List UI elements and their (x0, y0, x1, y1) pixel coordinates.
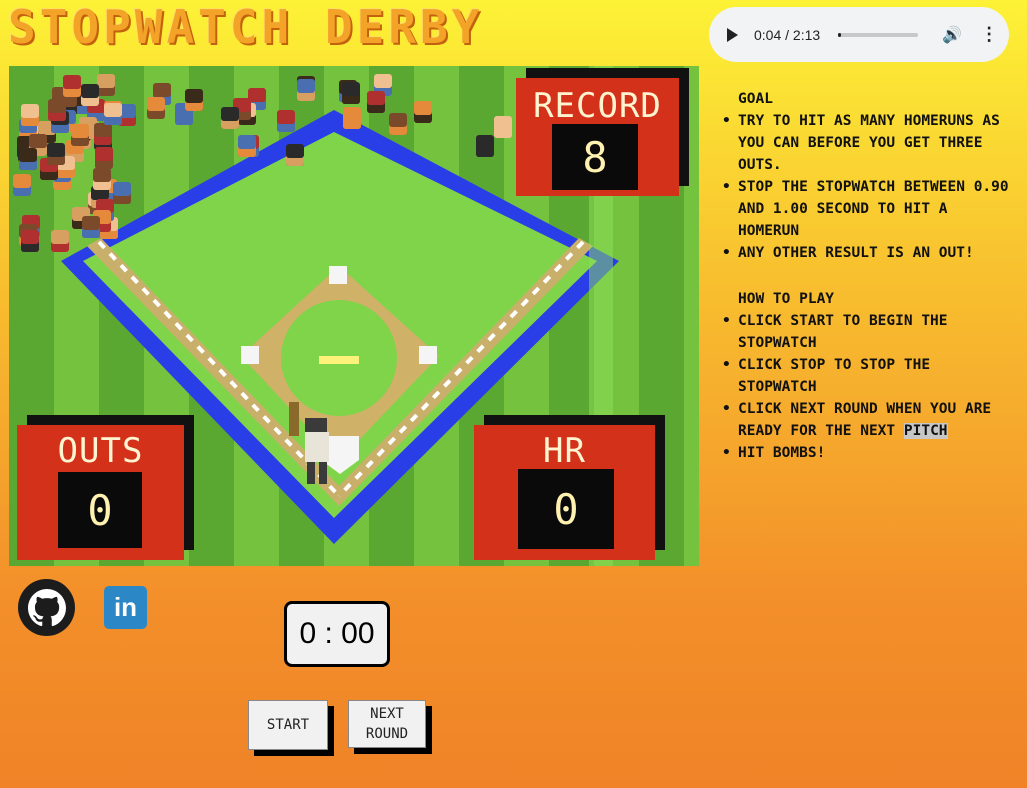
crowd-person (285, 144, 304, 167)
hr-board: HR 0 (474, 425, 655, 560)
crowd-person (366, 90, 385, 113)
crowd-person (51, 230, 70, 253)
outs-board: OUTS 0 (17, 425, 184, 560)
crowd-person (96, 74, 115, 97)
crowd-person (185, 88, 204, 111)
crowd-person (48, 99, 67, 122)
howto-item: HIT BOMBS! (722, 442, 1013, 464)
crowd-person (476, 134, 495, 157)
goal-item: TRY TO HIT AS MANY HOMERUNS AS YOU CAN B… (722, 110, 1013, 176)
audio-progress (838, 32, 841, 37)
crowd-person (92, 168, 111, 191)
crowd-person (20, 103, 39, 126)
goal-heading: GOAL (738, 91, 773, 107)
instructions: GOAL TRY TO HIT AS MANY HOMERUNS AS YOU … (722, 86, 1013, 464)
audio-seek-bar[interactable] (838, 32, 919, 37)
next-round-button[interactable]: NEXT ROUND (348, 700, 426, 748)
crowd-person (112, 182, 131, 205)
crowd-person (220, 107, 239, 130)
game-title: STOPWATCH DERBY (8, 0, 484, 54)
howto-list: CLICK START TO BEGIN THE STOPWATCH CLICK… (722, 310, 1013, 464)
crowd-person (343, 106, 362, 129)
github-link[interactable] (18, 579, 75, 636)
baseball-field: RECORD 8 OUTS 0 HR 0 (9, 66, 699, 566)
crowd-person (94, 146, 113, 169)
highlighted-text: PITCH (903, 423, 948, 439)
crowd-person (414, 100, 433, 123)
howto-item-text: CLICK NEXT ROUND WHEN YOU ARE READY FOR … (738, 401, 992, 439)
crowd-person (146, 96, 165, 119)
crowd-person (104, 102, 123, 125)
linkedin-link[interactable]: in (104, 586, 147, 629)
crowd-person (493, 115, 512, 138)
audio-player[interactable]: 0:04 / 2:13 🔊 ⋮ (709, 7, 1009, 62)
crowd-person (296, 79, 315, 102)
crowd-person (46, 143, 65, 166)
crowd-person (21, 229, 40, 252)
crowd-person (342, 81, 361, 104)
crowd-person (82, 215, 101, 238)
hr-value: 0 (518, 469, 614, 549)
crowd-person (388, 112, 407, 135)
linkedin-icon: in (113, 592, 138, 622)
more-options-icon[interactable]: ⋮ (980, 24, 998, 45)
audio-time: 0:04 / 2:13 (754, 26, 821, 43)
crowd-person (63, 74, 82, 97)
volume-icon[interactable]: 🔊 (942, 25, 962, 45)
stopwatch-display: 0 : 00 (284, 601, 390, 667)
howto-item: CLICK START TO BEGIN THE STOPWATCH (722, 310, 1013, 354)
hr-label: HR (543, 431, 586, 471)
record-label: RECORD (533, 86, 662, 126)
crowd-person (13, 173, 32, 196)
crowd-person (237, 134, 256, 157)
crowd-person (276, 109, 295, 132)
github-icon (27, 588, 66, 626)
play-icon[interactable] (727, 27, 738, 42)
outs-value: 0 (58, 472, 142, 548)
record-board: RECORD 8 (516, 78, 679, 196)
goal-list: TRY TO HIT AS MANY HOMERUNS AS YOU CAN B… (722, 110, 1013, 264)
crowd-person (18, 148, 37, 171)
howto-item: CLICK STOP TO STOP THE STOPWATCH (722, 354, 1013, 398)
goal-item: STOP THE STOPWATCH BETWEEN 0.90 AND 1.00… (722, 176, 1013, 242)
crowd-person (94, 122, 113, 145)
howto-item: CLICK NEXT ROUND WHEN YOU ARE READY FOR … (722, 398, 1013, 442)
howto-heading: HOW TO PLAY (738, 291, 835, 307)
record-value: 8 (552, 124, 638, 190)
start-button[interactable]: START (248, 700, 328, 750)
goal-item: ANY OTHER RESULT IS AN OUT! (722, 242, 1013, 264)
crowd-person (80, 84, 99, 107)
outs-label: OUTS (57, 431, 144, 471)
